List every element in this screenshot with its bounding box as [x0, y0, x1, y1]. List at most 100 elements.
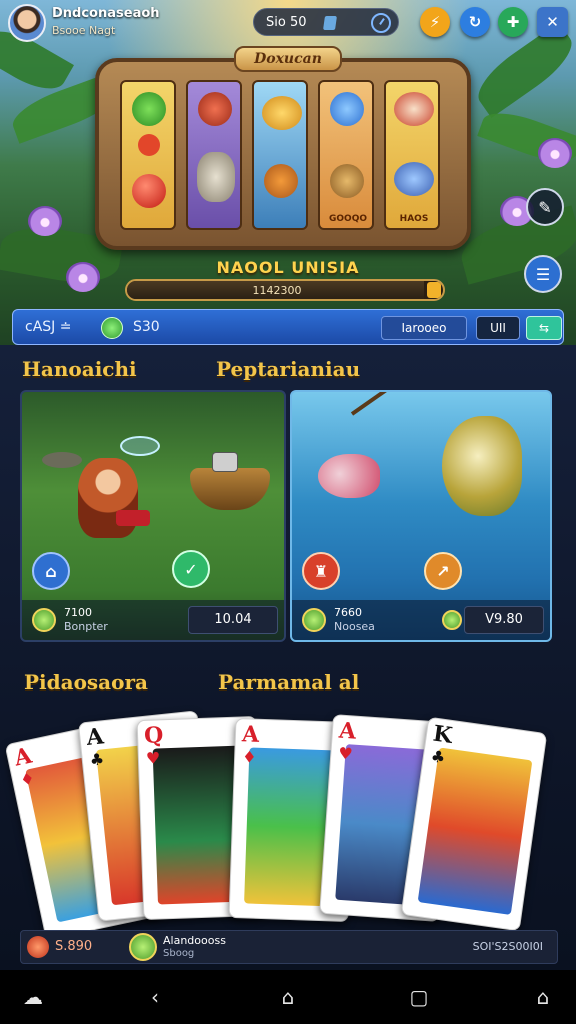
- lock-icon: ⌂: [536, 985, 550, 1009]
- game-card-jungle[interactable]: ⌂ ✓ 7100 Bonpter 10.04: [20, 390, 286, 642]
- jackpot-progress: 1142300: [125, 279, 445, 301]
- rock: [42, 452, 82, 468]
- red-cannon: [116, 510, 150, 526]
- robot-head: [212, 452, 238, 472]
- coin-icon: [32, 608, 56, 632]
- reel-4: GOOQO: [318, 80, 374, 230]
- card-artwork: [417, 747, 533, 915]
- back-button[interactable]: ‹: [140, 982, 170, 1012]
- reel-3: [252, 80, 308, 230]
- reel-label: GOOQO: [329, 214, 367, 224]
- status-label: cASJ ≐: [25, 319, 72, 335]
- flower-icon: [28, 206, 62, 236]
- avatar[interactable]: [8, 4, 46, 42]
- home-icon[interactable]: ⌂: [32, 552, 70, 590]
- balance-pill[interactable]: Sio 50: [253, 8, 399, 36]
- machine-title: NAOOL UNISIA: [216, 258, 360, 277]
- lightning-button[interactable]: ⚡: [420, 7, 450, 37]
- card-suit-icon: ♥: [337, 743, 354, 764]
- lock-button[interactable]: ⌂: [528, 982, 558, 1012]
- refresh-icon: ↻: [468, 13, 482, 31]
- card-footer: 7100 Bonpter 10.04: [22, 600, 284, 640]
- check-icon[interactable]: ✓: [172, 550, 210, 588]
- card-rank: A: [241, 721, 260, 748]
- home-icon: ⌂: [281, 985, 295, 1009]
- card-rank: A: [338, 717, 357, 745]
- reel-1: [120, 80, 176, 230]
- reel-2: [186, 80, 242, 230]
- gem-icon: [323, 16, 337, 30]
- balance-amount: Sio 50: [266, 15, 307, 30]
- card-footer: 7660 Noosea V9.80: [292, 600, 550, 640]
- puzzle-button[interactable]: ✚: [498, 7, 528, 37]
- status-button-2[interactable]: UII: [476, 316, 520, 340]
- reel-label: HAOS: [399, 214, 429, 224]
- progress-label: 1142300: [252, 284, 302, 297]
- portal-ring: [120, 436, 160, 456]
- mask-symbol: [394, 92, 434, 126]
- top-bar: Dndconaseaoh Bsooe Nagt Sio 50 ⚡ ↻ ✚ ✕: [0, 0, 576, 48]
- leaf-symbol: [132, 92, 166, 126]
- bottom-right-value: SOI'S2S00I0I: [472, 940, 543, 953]
- section-title: Pidaosaora: [24, 670, 148, 694]
- potion-symbol: [132, 174, 166, 208]
- speed-gauge-icon: [371, 13, 391, 33]
- back-icon: ‹: [151, 985, 159, 1009]
- cap-symbol: [330, 92, 364, 126]
- menu-button[interactable]: ☰: [524, 255, 562, 293]
- menu-icon: ☰: [535, 264, 551, 284]
- slot-banner: Doxucan: [234, 46, 342, 72]
- target-icon[interactable]: ↗: [424, 552, 462, 590]
- close-button[interactable]: ✕: [537, 7, 568, 37]
- card-rank: K: [431, 720, 454, 749]
- assistant-button[interactable]: ☁: [18, 982, 48, 1012]
- price-value: V9.80: [485, 612, 523, 627]
- puzzle-icon: ✚: [506, 13, 520, 31]
- bottom-left-value: S.890: [55, 939, 93, 954]
- card-value: 7100: [64, 606, 92, 619]
- progress-cap-icon: [427, 282, 441, 298]
- card-label: Bonpter: [64, 620, 108, 633]
- card-suit-icon: ♥: [145, 748, 161, 768]
- section-title: Peptarianiau: [216, 357, 361, 381]
- card-label: Noosea: [334, 620, 375, 633]
- recent-apps-button[interactable]: ▢: [404, 982, 434, 1012]
- reel-5: HAOS: [384, 80, 440, 230]
- flower-icon: [538, 138, 572, 168]
- status-amount: S30: [133, 319, 160, 335]
- sound-icon: ✎: [538, 197, 552, 217]
- bottom-info-bar: S.890 Alandoooss Sboog SOI'S2S00I0I: [20, 930, 558, 964]
- section-title: Parmamal al: [218, 670, 360, 694]
- bottom-center-name: Alandoooss: [163, 934, 226, 947]
- coin-icon: [129, 933, 157, 961]
- basket-symbol: [330, 164, 364, 198]
- card-suit-icon: ♦: [241, 747, 257, 767]
- fish-symbol: [262, 96, 302, 130]
- coin-icon: [101, 317, 123, 339]
- critter-symbol: [197, 152, 235, 202]
- recent-apps-icon: ▢: [409, 985, 429, 1009]
- status-button-1[interactable]: Iarooeo: [381, 316, 467, 340]
- boat: [190, 468, 270, 510]
- lightning-icon: ⚡: [429, 13, 441, 31]
- game-card-fishing[interactable]: ♜ ↗ 7660 Noosea V9.80: [290, 390, 552, 642]
- bag-symbol: [264, 164, 298, 198]
- card-rank: A: [11, 742, 35, 772]
- close-icon: ✕: [546, 13, 559, 31]
- card-rank: A: [85, 723, 105, 751]
- coin-icon: [302, 608, 326, 632]
- pike-fish: [442, 416, 522, 516]
- coin-icon: [27, 936, 49, 958]
- home-button[interactable]: ⌂: [273, 982, 303, 1012]
- treasure-icon[interactable]: ♜: [302, 552, 340, 590]
- refresh-button[interactable]: ↻: [460, 7, 490, 37]
- price-tag[interactable]: 10.04: [188, 606, 278, 634]
- coin-icon: [442, 610, 462, 630]
- section-title: Hanoaichi: [22, 357, 137, 381]
- cloud-icon: ☁: [23, 985, 43, 1009]
- sound-button[interactable]: ✎: [526, 188, 564, 226]
- swap-button[interactable]: ⇆: [526, 316, 562, 340]
- price-tag[interactable]: V9.80: [464, 606, 544, 634]
- card-value: 7660: [334, 606, 362, 619]
- card-rank: Q: [143, 722, 164, 749]
